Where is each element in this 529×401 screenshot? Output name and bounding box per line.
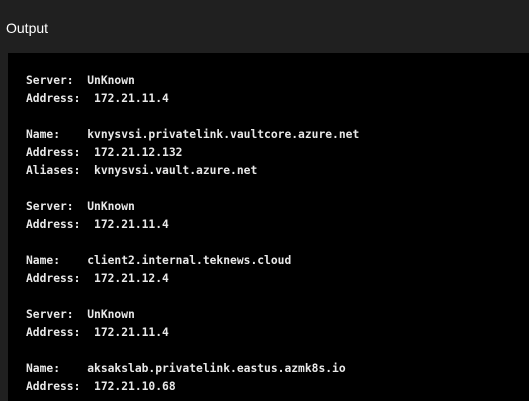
console-lines: Server: UnKnown Address: 172.21.11.4 Nam…: [26, 72, 359, 396]
output-console[interactable]: Server: UnKnown Address: 172.21.11.4 Nam…: [8, 53, 529, 401]
console-line: Name: kvnysvsi.privatelink.vaultcore.azu…: [26, 128, 360, 141]
console-line: Aliases: kvnysvsi.vault.azure.net: [26, 164, 258, 177]
console-line: Address: 172.21.11.4: [26, 218, 169, 231]
console-line: Address: 172.21.12.132: [26, 146, 183, 159]
console-line: Address: 172.21.12.4: [26, 272, 169, 285]
console-line: Name: aksakslab.privatelink.eastus.azmk8…: [26, 362, 346, 375]
console-line: Address: 172.21.10.68: [26, 380, 176, 393]
console-line: Name: client2.internal.teknews.cloud: [26, 254, 292, 267]
output-panel-title: Output: [6, 20, 49, 36]
console-line: Address: 172.21.11.4: [26, 326, 169, 339]
console-line: Server: UnKnown: [26, 308, 135, 321]
console-line: Server: UnKnown: [26, 74, 135, 87]
console-line: Server: UnKnown: [26, 200, 135, 213]
console-line: Address: 172.21.11.4: [26, 92, 169, 105]
output-panel-header: Output: [0, 0, 529, 53]
